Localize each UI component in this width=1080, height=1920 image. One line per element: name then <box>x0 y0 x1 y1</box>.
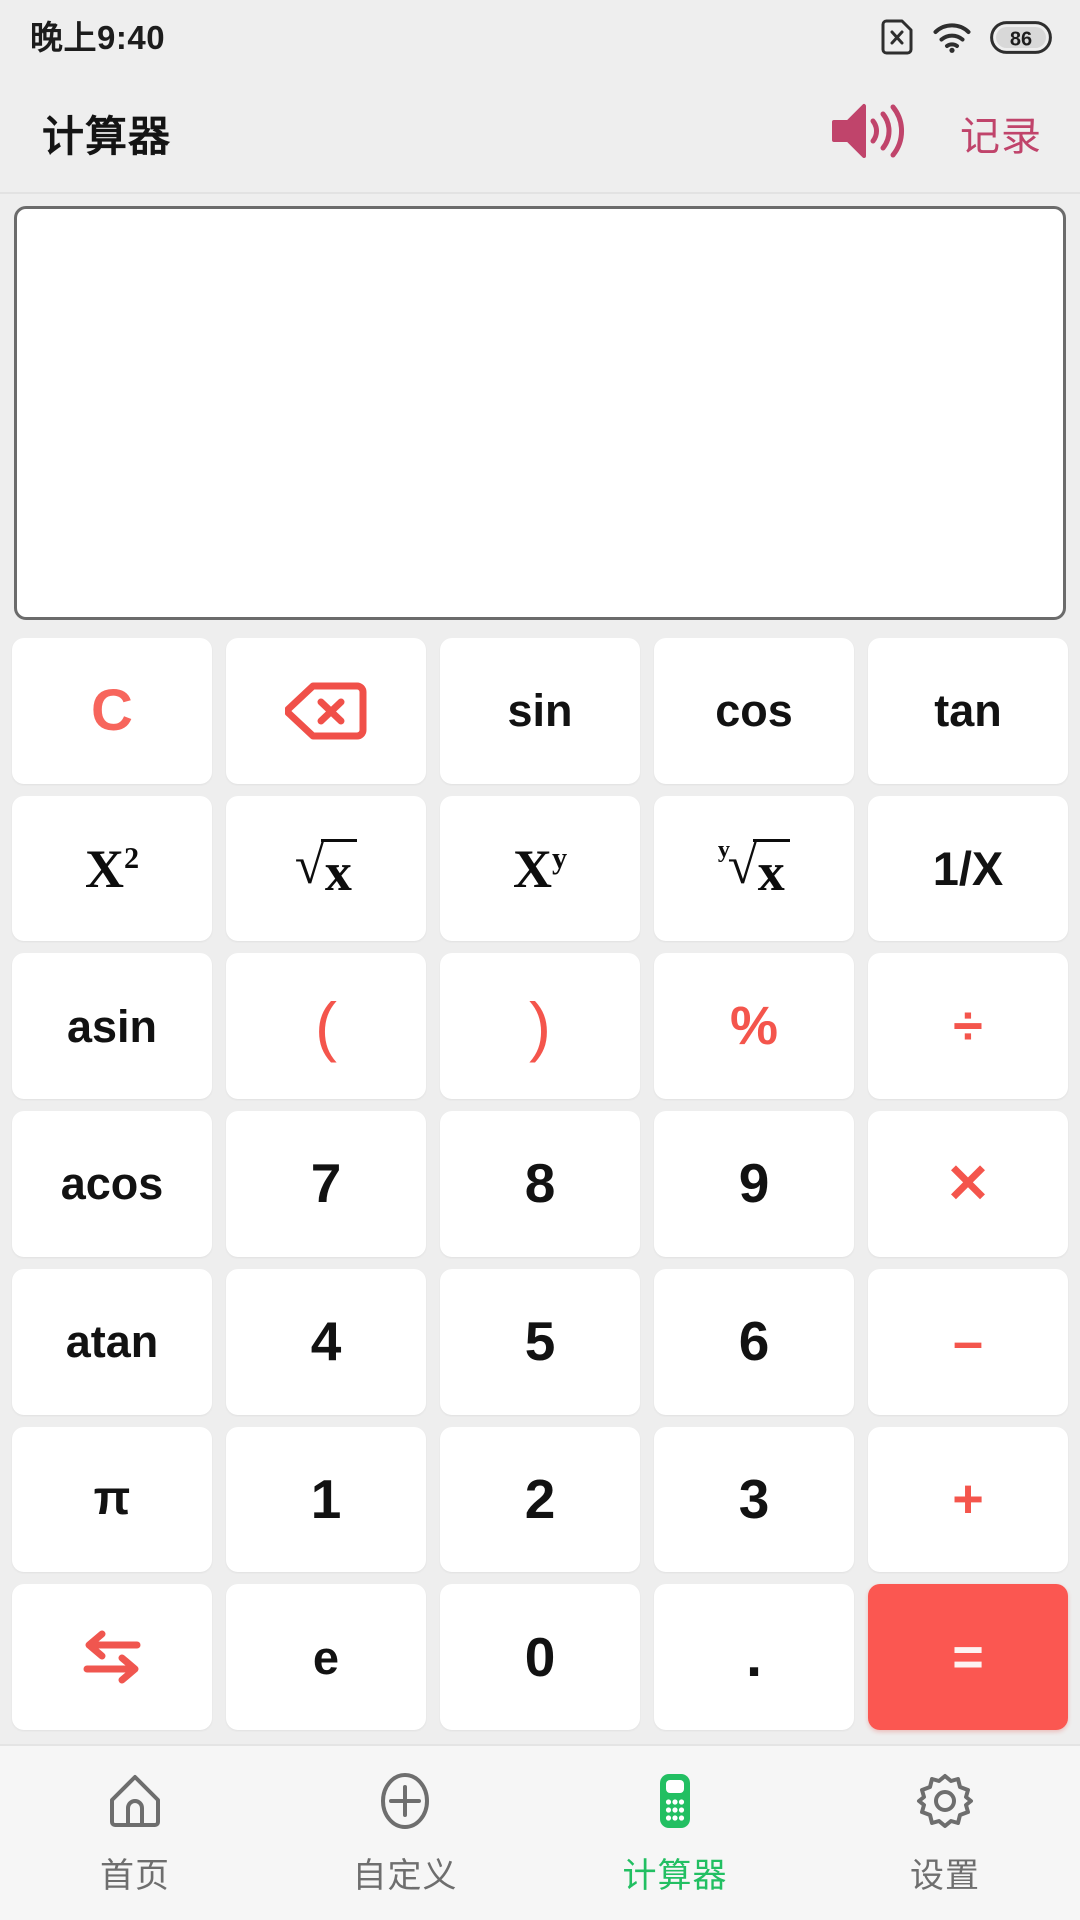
key-5[interactable]: 5 <box>440 1268 640 1415</box>
key-asin[interactable]: asin <box>12 953 212 1100</box>
swap-arrows-icon <box>75 1625 149 1689</box>
nav-item-home[interactable]: 首页 <box>0 1746 270 1920</box>
battery-icon: 86 <box>990 20 1052 54</box>
display-input[interactable] <box>14 206 1066 620</box>
key-tan[interactable]: tan <box>868 638 1068 784</box>
speaker-volume-icon[interactable] <box>830 100 908 167</box>
key-1[interactable]: 1 <box>226 1426 426 1573</box>
key-minus[interactable]: – <box>868 1268 1068 1415</box>
key-7[interactable]: 7 <box>226 1111 426 1257</box>
key-e[interactable]: e <box>226 1584 426 1730</box>
status-icons: 86 <box>880 19 1052 55</box>
key-divide[interactable]: ÷ <box>868 953 1068 1100</box>
key-8[interactable]: 8 <box>440 1111 640 1257</box>
key-2[interactable]: 2 <box>440 1426 640 1573</box>
key-percent[interactable]: % <box>654 953 854 1100</box>
records-button[interactable]: 记录 <box>960 104 1042 162</box>
key-cos[interactable]: cos <box>654 638 854 784</box>
key-decimal[interactable]: . <box>654 1584 854 1730</box>
page-title: 计算器 <box>42 112 172 160</box>
key-backspace[interactable] <box>226 638 426 784</box>
key-x-squared[interactable]: X2 <box>12 795 212 942</box>
keypad: C sin cos tan X2 √ x Xy y √ x 1/X asin (… <box>0 630 1080 1744</box>
nav-item-custom[interactable]: 自定义 <box>270 1746 540 1920</box>
key-pi[interactable]: π <box>12 1426 212 1573</box>
status-bar: 晚上9:40 86 <box>0 0 1080 74</box>
key-acos[interactable]: acos <box>12 1111 212 1257</box>
home-icon <box>104 1770 166 1832</box>
key-6[interactable]: 6 <box>654 1268 854 1415</box>
header-actions: 记录 <box>830 100 1042 167</box>
gear-icon <box>914 1770 976 1832</box>
nav-label-home: 首页 <box>100 1856 170 1895</box>
key-clear[interactable]: C <box>12 638 212 784</box>
calculator-icon <box>644 1770 706 1832</box>
key-reciprocal[interactable]: 1/X <box>868 795 1068 942</box>
nav-item-calculator[interactable]: 计算器 <box>540 1746 810 1920</box>
key-swap[interactable] <box>12 1584 212 1730</box>
key-0[interactable]: 0 <box>440 1584 640 1730</box>
key-y-root-x[interactable]: y √ x <box>654 795 854 942</box>
app-header: 计算器 记录 <box>0 74 1080 194</box>
svg-text:86: 86 <box>1010 28 1032 50</box>
wifi-icon <box>932 21 972 53</box>
nav-label-settings: 设置 <box>910 1856 980 1895</box>
key-9[interactable]: 9 <box>654 1111 854 1257</box>
key-x-power-y[interactable]: Xy <box>440 795 640 942</box>
plus-circle-icon <box>374 1770 436 1832</box>
key-equals[interactable]: = <box>868 1584 1068 1730</box>
key-4[interactable]: 4 <box>226 1268 426 1415</box>
sim-card-off-icon <box>880 19 914 55</box>
key-sin[interactable]: sin <box>440 638 640 784</box>
backspace-icon <box>285 681 367 741</box>
status-time: 晚上9:40 <box>30 18 166 56</box>
bottom-navigation: 首页 自定义 计算器 设置 <box>0 1744 1080 1920</box>
key-plus[interactable]: + <box>868 1426 1068 1573</box>
nav-label-calculator: 计算器 <box>622 1856 728 1895</box>
key-square-root[interactable]: √ x <box>226 795 426 942</box>
nav-label-custom: 自定义 <box>352 1856 458 1895</box>
key-right-paren[interactable]: ) <box>440 953 640 1100</box>
key-atan[interactable]: atan <box>12 1268 212 1415</box>
key-3[interactable]: 3 <box>654 1426 854 1573</box>
calculator-app: 晚上9:40 86 计算器 记录 C sin cos tan X2 √ x Xy… <box>0 0 1080 1920</box>
key-left-paren[interactable]: ( <box>226 953 426 1100</box>
display-area <box>0 194 1080 630</box>
key-multiply[interactable]: ✕ <box>868 1111 1068 1257</box>
nav-item-settings[interactable]: 设置 <box>810 1746 1080 1920</box>
equals-glyph: = <box>952 1627 984 1688</box>
